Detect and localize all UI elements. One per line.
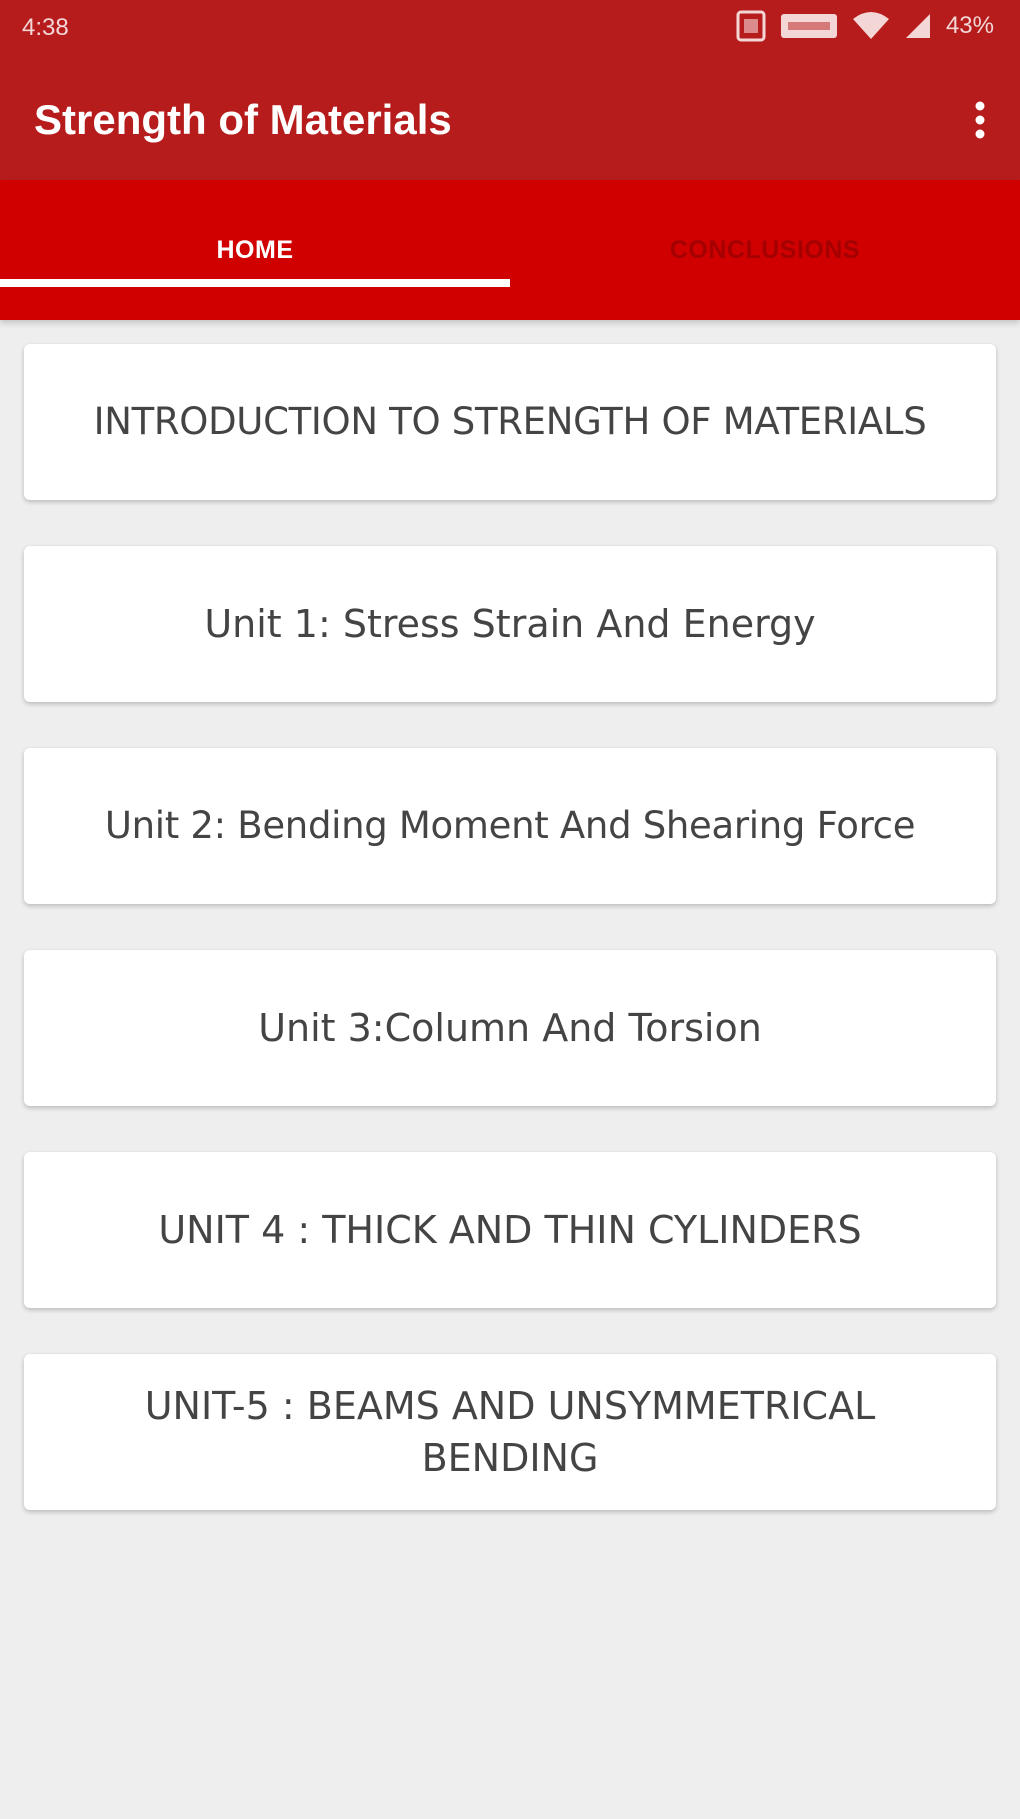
network-type-icon: [780, 12, 838, 40]
signal-icon: [904, 12, 932, 40]
topic-card-unit-5[interactable]: UNIT-5 : BEAMS AND UNSYMMETRICAL BENDING: [24, 1354, 996, 1510]
tab-selected-indicator: [0, 279, 510, 287]
tab-home[interactable]: HOME: [0, 180, 510, 320]
status-bar: 4:38 43%: [0, 0, 1020, 58]
tab-home-label: HOME: [216, 235, 294, 264]
app-bar: Strength of Materials: [0, 58, 1020, 180]
tab-bar: HOME CONCLUSIONS: [0, 180, 1020, 320]
tab-conclusions[interactable]: CONCLUSIONS: [510, 180, 1020, 320]
topic-card-unit-4[interactable]: UNIT 4 : THICK AND THIN CYLINDERS: [24, 1152, 996, 1308]
status-icons: 43%: [736, 10, 994, 42]
tab-conclusions-label: CONCLUSIONS: [669, 235, 861, 264]
status-time: 4:38: [22, 14, 69, 41]
topic-card-unit-1[interactable]: Unit 1: Stress Strain And Energy: [24, 546, 996, 702]
topic-card-introduction[interactable]: INTRODUCTION TO STRENGTH OF MATERIALS: [24, 344, 996, 500]
battery-percentage: 43%: [945, 12, 994, 39]
topic-list: INTRODUCTION TO STRENGTH OF MATERIALS Un…: [24, 344, 996, 1556]
sim-icon: [736, 10, 766, 42]
overflow-menu-button[interactable]: [962, 94, 998, 150]
topic-card-unit-3[interactable]: Unit 3:Column And Torsion: [24, 950, 996, 1106]
topic-card-unit-2[interactable]: Unit 2: Bending Moment And Shearing Forc…: [24, 748, 996, 904]
app-title: Strength of Materials: [34, 96, 452, 143]
wifi-icon: [852, 11, 890, 41]
more-vert-icon: [974, 100, 986, 144]
